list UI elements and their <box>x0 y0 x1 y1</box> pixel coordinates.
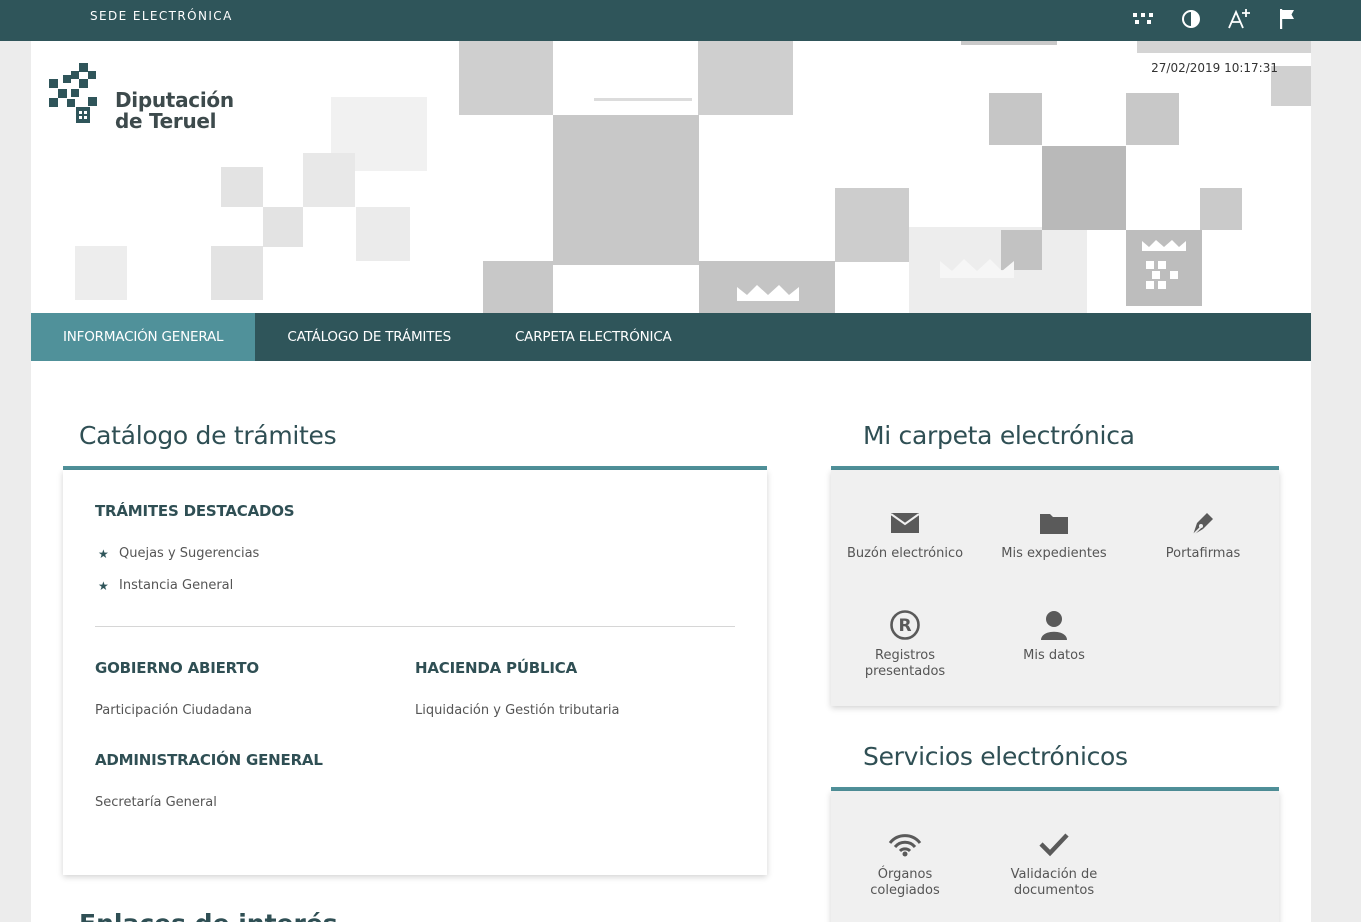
diputacion-logo-icon[interactable] <box>46 61 118 131</box>
crown-outline-decoration-icon <box>940 259 1014 278</box>
font-size-increase-icon[interactable] <box>1227 7 1251 31</box>
link-secretaria-general[interactable]: Secretaría General <box>95 795 217 810</box>
tile-label: Órganos colegiados <box>870 867 940 898</box>
signal-icon <box>835 827 975 861</box>
divider <box>95 626 735 627</box>
tile-label: Mis expedientes <box>1001 546 1107 561</box>
tile-registros-presentados[interactable]: R Registros presentados <box>835 608 975 680</box>
servicios-title: Servicios electrónicos <box>863 742 1128 771</box>
logo-line-1: Diputación <box>115 88 234 112</box>
catalogo-card: TRÁMITES DESTACADOS ★ Quejas y Sugerenci… <box>63 470 767 875</box>
nav-item-informacion-general[interactable]: INFORMACIÓN GENERAL <box>31 313 256 361</box>
user-icon <box>984 608 1124 642</box>
hacienda-publica-heading: HACIENDA PÚBLICA <box>415 659 577 677</box>
tile-validacion-documentos[interactable]: Validación de documentos <box>984 827 1124 899</box>
tile-portafirmas[interactable]: Portafirmas <box>1133 506 1273 562</box>
gobierno-abierto-heading: GOBIERNO ABIERTO <box>95 659 259 677</box>
logo-text[interactable]: Diputación de Teruel <box>115 90 234 132</box>
link-quejas-sugerencias[interactable]: Quejas y Sugerencias <box>119 546 259 561</box>
tile-mis-datos[interactable]: Mis datos <box>984 608 1124 664</box>
tile-organos-colegiados[interactable]: Órganos colegiados <box>835 827 975 899</box>
tile-label: Mis datos <box>1023 648 1085 663</box>
tile-label: Validación de documentos <box>1010 867 1098 898</box>
destacados-heading: TRÁMITES DESTACADOS <box>95 502 295 520</box>
tile-label: Portafirmas <box>1165 546 1241 561</box>
crown-decoration-icon <box>737 285 799 301</box>
sitemap-icon[interactable] <box>1131 7 1155 31</box>
main-nav: INFORMACIÓN GENERAL CATÁLOGO DE TRÁMITES… <box>31 313 1311 361</box>
catalogo-title: Catálogo de trámites <box>79 421 337 450</box>
tile-label: Buzón electrónico <box>846 546 964 561</box>
tile-mis-expedientes[interactable]: Mis expedientes <box>984 506 1124 562</box>
tile-label: Registros presentados <box>864 648 946 679</box>
language-flag-icon[interactable] <box>1275 7 1299 31</box>
star-icon: ★ <box>98 579 109 593</box>
svg-text:R: R <box>898 616 911 636</box>
envelope-icon <box>835 506 975 540</box>
carpeta-title: Mi carpeta electrónica <box>863 421 1135 450</box>
carpeta-card: Buzón electrónico Mis expedientes Portaf… <box>831 470 1279 706</box>
star-icon: ★ <box>98 547 109 561</box>
tile-buzon-electronico[interactable]: Buzón electrónico <box>835 506 975 562</box>
current-datetime: 27/02/2019 10:17:31 <box>1151 61 1278 75</box>
logo-line-2: de Teruel <box>115 109 217 133</box>
nav-item-carpeta-electronica[interactable]: CARPETA ELECTRÓNICA <box>483 313 704 361</box>
emblem-decoration-icon <box>1142 240 1186 289</box>
site-title: SEDE ELECTRÓNICA <box>90 9 233 23</box>
registered-icon: R <box>835 608 975 642</box>
enlaces-title: Enlaces de interés <box>79 909 338 922</box>
link-participacion-ciudadana[interactable]: Participación Ciudadana <box>95 703 252 718</box>
header-banner: Diputación de Teruel 27/02/2019 10:17:31 <box>31 41 1311 313</box>
page-container: Diputación de Teruel 27/02/2019 10:17:31… <box>31 41 1311 922</box>
administracion-general-heading: ADMINISTRACIÓN GENERAL <box>95 751 323 769</box>
servicios-card: Órganos colegiados Validación de documen… <box>831 791 1279 922</box>
pen-nib-icon <box>1133 506 1273 540</box>
folder-icon <box>984 506 1124 540</box>
link-instancia-general[interactable]: Instancia General <box>119 578 233 593</box>
top-bar: SEDE ELECTRÓNICA <box>0 0 1361 41</box>
contrast-icon[interactable] <box>1179 7 1203 31</box>
link-liquidacion-gestion-tributaria[interactable]: Liquidación y Gestión tributaria <box>415 703 620 718</box>
nav-item-catalogo-tramites[interactable]: CATÁLOGO DE TRÁMITES <box>255 313 483 361</box>
checkmark-icon <box>984 827 1124 861</box>
